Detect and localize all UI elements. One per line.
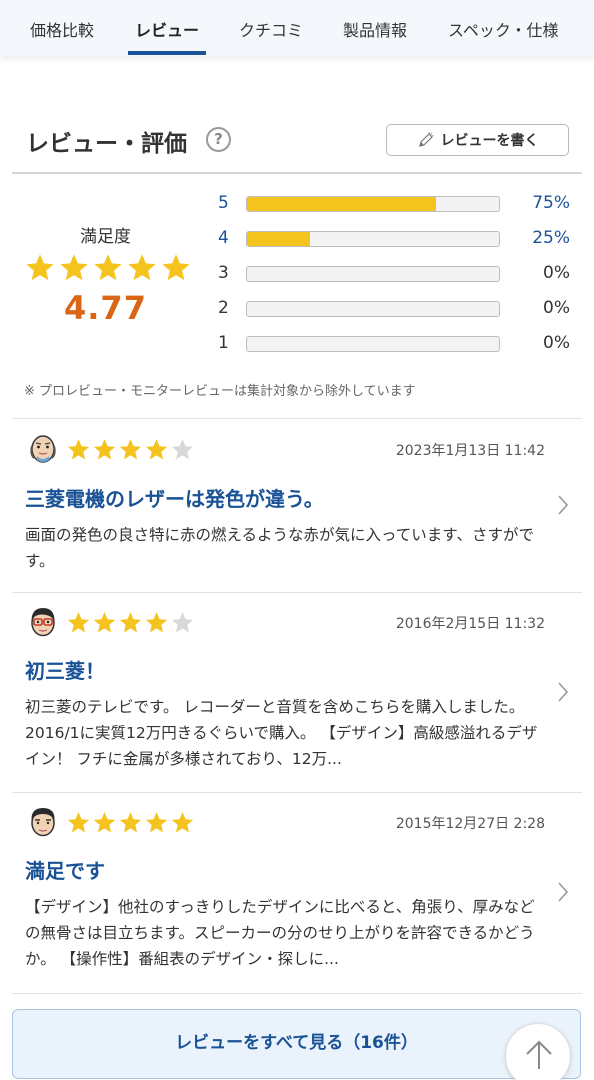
star-empty-icon	[171, 612, 194, 633]
review-body: 初三菱のテレビです。 レコーダーと音質を含めこちらを購入しました。 2016/1…	[25, 698, 538, 768]
divider	[12, 592, 582, 593]
rating-level[interactable]: 5	[218, 193, 229, 213]
star-filled-icon	[93, 812, 116, 833]
review-date: 2015年12月27日 2:28	[395, 816, 545, 832]
rating-level: 2	[218, 298, 229, 318]
divider	[12, 792, 582, 793]
star-filled-icon	[145, 439, 168, 460]
review-body: 【デザイン】他社のすっきりしたデザインに比べると、角張り、厚みなどの無骨さは目立…	[25, 898, 535, 968]
star-empty-icon	[171, 439, 194, 460]
rating-row-2: 2 0%	[216, 298, 570, 320]
view-all-reviews-button[interactable]: レビューをすべて見る（16件）	[12, 1009, 581, 1079]
star-filled-icon	[67, 439, 90, 460]
rating-level[interactable]: 4	[218, 228, 229, 248]
chevron-right-icon	[558, 882, 569, 902]
tab-product-info[interactable]: 製品情報	[343, 17, 407, 41]
divider	[12, 172, 582, 174]
divider	[12, 993, 582, 994]
section-title: レビュー・評価	[26, 131, 187, 157]
man-avatar	[31, 808, 55, 837]
review-body: 画面の発色の良さ特に赤の燃えるような赤が気に入っています、さすがです。	[25, 526, 535, 570]
review-rating-stars	[66, 610, 195, 634]
rating-bar	[246, 301, 500, 317]
review-date: 2023年1月13日 11:42	[395, 443, 545, 459]
rating-row-5[interactable]: 5 75%	[216, 193, 570, 215]
review-title[interactable]: 満足です	[25, 855, 105, 884]
chevron-right-icon	[558, 495, 569, 515]
star-filled-icon	[26, 254, 54, 281]
satisfaction-label: 満足度	[80, 227, 131, 247]
satisfaction-score: 4.77	[64, 289, 147, 327]
bald-man-avatar	[30, 435, 56, 463]
rating-row-3: 3 0%	[216, 263, 570, 285]
active-tab-indicator	[128, 51, 206, 55]
star-filled-icon	[145, 612, 168, 633]
star-filled-icon	[119, 612, 142, 633]
star-filled-icon	[171, 812, 194, 833]
star-filled-icon	[119, 439, 142, 460]
tab-review[interactable]: レビュー	[135, 17, 199, 41]
star-filled-icon	[93, 612, 116, 633]
chevron-right-icon	[558, 682, 569, 702]
tab-price-compare[interactable]: 価格比較	[30, 17, 94, 41]
review-rating-stars	[66, 810, 195, 834]
tab-bar: 価格比較 レビュー クチコミ 製品情報 スペック・仕様	[0, 0, 594, 56]
star-filled-icon	[67, 812, 90, 833]
tab-kuchikomi[interactable]: クチコミ	[239, 17, 303, 41]
write-review-button[interactable]: レビューを書く	[386, 124, 569, 156]
scroll-to-top-button[interactable]	[505, 1023, 571, 1080]
star-filled-icon	[145, 812, 168, 833]
review-title[interactable]: 初三菱！	[25, 655, 105, 684]
rating-percent: 0%	[543, 298, 570, 318]
rating-percent: 0%	[543, 263, 570, 283]
review-rating-stars	[66, 437, 195, 461]
divider	[12, 418, 582, 419]
glasses-man-avatar	[31, 608, 55, 637]
rating-bar-fill	[247, 232, 310, 246]
rating-bar	[246, 231, 500, 247]
rating-bar	[246, 196, 500, 212]
rating-percent: 0%	[543, 333, 570, 353]
question-icon[interactable]: ?	[206, 127, 231, 152]
star-filled-icon	[67, 612, 90, 633]
tab-spec[interactable]: スペック・仕様	[448, 17, 559, 41]
rating-percent[interactable]: 25%	[532, 228, 570, 248]
arrow-up-icon	[526, 1040, 552, 1069]
rating-level: 3	[218, 263, 229, 283]
rating-row-1: 1 0%	[216, 333, 570, 355]
write-review-label: レビューを書く	[440, 133, 539, 149]
rating-bar	[246, 266, 500, 282]
rating-row-4[interactable]: 4 25%	[216, 228, 570, 250]
satisfaction-stars	[24, 252, 192, 282]
rating-level: 1	[218, 333, 229, 353]
star-filled-icon	[128, 254, 156, 281]
star-filled-icon	[93, 439, 116, 460]
star-filled-icon	[162, 254, 190, 281]
review-title[interactable]: 三菱電機のレザーは発色が違う。	[25, 483, 324, 512]
exclusion-note: ※ プロレビュー・モニターレビューは集計対象から除外しています	[24, 384, 416, 399]
star-filled-icon	[60, 254, 88, 281]
rating-percent[interactable]: 75%	[532, 193, 570, 213]
review-date: 2016年2月15日 11:32	[395, 616, 545, 632]
star-filled-icon	[119, 812, 142, 833]
rating-bar-fill	[247, 197, 436, 211]
star-filled-icon	[94, 254, 122, 281]
pencil-icon	[418, 131, 434, 147]
rating-bar	[246, 336, 500, 352]
